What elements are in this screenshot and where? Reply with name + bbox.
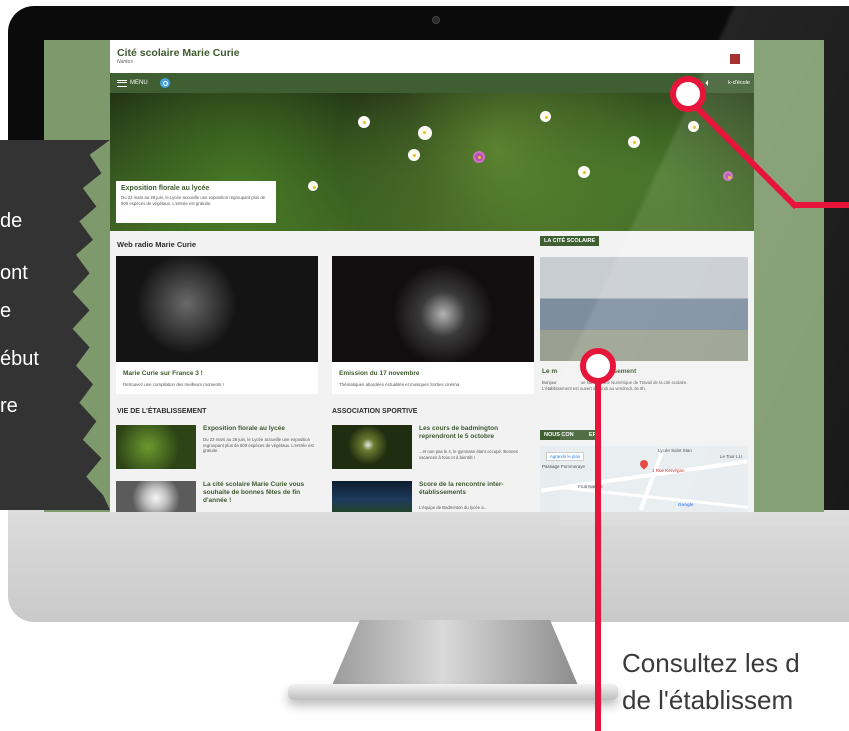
menu-label[interactable]: MENU [130, 80, 148, 86]
enlarge-map-button[interactable]: Agrandir le plan [546, 452, 585, 461]
hamburger-menu-icon[interactable] [117, 79, 127, 87]
vie-item-2-image[interactable] [116, 481, 196, 512]
sport-item-1-title[interactable]: Les cours de badmington reprendront le 5… [419, 425, 533, 441]
daisy-decoration [580, 168, 588, 176]
site-title[interactable]: Cité scolaire Marie Curie [117, 47, 748, 59]
site-header: Cité scolaire Marie Curie Nantes [110, 40, 754, 73]
vie-item-1-image[interactable] [116, 425, 196, 469]
monitor-stand-base [288, 684, 618, 700]
webradio-card-1[interactable]: Marie Curie sur France 3 ! Retrouvez une… [116, 256, 318, 394]
monitor-screen: Cité scolaire Marie Curie Nantes MENU k-… [44, 40, 824, 512]
sport-item-1-image[interactable] [332, 425, 412, 469]
promo-stage: Cité scolaire Marie Curie Nantes MENU k-… [0, 0, 849, 731]
school-building-image[interactable] [540, 257, 748, 361]
search-icon[interactable] [159, 78, 170, 88]
sport-item-2-text: L'équipe de Badminton du lycée a... [419, 505, 488, 510]
caption-line-2: de l'établissem [622, 685, 794, 715]
daisy-decoration [542, 113, 549, 120]
cite-text: Bonjour ue sur l'Espace Numérique de Tra… [542, 380, 717, 391]
hero-card-text: Du 22 mars au 28 juin, le Lycée accueill… [121, 195, 266, 206]
callout-marker [670, 76, 706, 112]
card-text: Thématiques abordées Actualités et musiq… [339, 382, 460, 387]
daisy-decoration [630, 138, 638, 146]
webradio-heading: Web radio Marie Curie [117, 240, 197, 249]
purple-flower-decoration [725, 173, 731, 179]
card-title: Marie Curie sur France 3 ! [123, 370, 203, 377]
hero-banner[interactable]: Exposition florale au lycée Du 22 mars a… [110, 93, 754, 231]
camera-image [116, 256, 318, 362]
sport-heading: ASSOCIATION SPORTIVE [332, 408, 418, 415]
nav-right-link[interactable]: k-d'école [708, 73, 754, 93]
hero-card[interactable]: Exposition florale au lycée Du 22 mars a… [116, 181, 276, 223]
callout-line [793, 202, 849, 208]
daisy-decoration [690, 123, 697, 130]
callout-marker [580, 348, 616, 384]
nav-right-label: k-d'école [728, 80, 750, 86]
google-logo: Google [678, 502, 694, 507]
hero-card-title: Exposition florale au lycée [121, 185, 210, 192]
site-subtitle: Nantes [117, 59, 133, 65]
monitor-chin [8, 510, 849, 622]
daisy-decoration [420, 128, 430, 138]
map-road [560, 486, 748, 509]
badge-text-line: ont [0, 262, 28, 284]
microphone-image [332, 256, 534, 362]
card-title: Emission du 17 novembre [339, 370, 420, 377]
map-address: 1 Rue Kervégan [652, 468, 685, 473]
header-square-icon[interactable] [730, 54, 740, 64]
webcam-icon [432, 16, 440, 24]
map-pin-icon[interactable] [638, 458, 650, 470]
cite-label: LA CITÉ SCOLAIRE [540, 236, 600, 246]
contact-label: NOUS CON ER [540, 430, 601, 440]
sport-item-1-text: ...et non pas le 4, le gymnase étant occ… [419, 449, 518, 460]
badge-text-line: de [0, 210, 23, 232]
vie-item-2-title[interactable]: La cité scolaire Marie Curie vous souhai… [203, 481, 325, 505]
vie-heading: VIE DE L'ÉTABLISSEMENT [117, 408, 207, 415]
website: Cité scolaire Marie Curie Nantes MENU k-… [110, 40, 754, 512]
vie-item-1-title[interactable]: Exposition florale au lycée [203, 425, 323, 433]
daisy-decoration [360, 118, 368, 126]
callout-line [595, 375, 601, 731]
daisy-decoration [310, 183, 316, 189]
purple-flower-decoration [475, 153, 483, 161]
contact-map[interactable]: Lycée Saint Stan Agrandir le plan Passag… [540, 446, 748, 512]
sport-item-2-title[interactable]: Score de la rencontre inter-établissemen… [419, 481, 533, 497]
badge-text-line: re [0, 395, 18, 417]
badge-text-line: ébut [0, 348, 39, 370]
navbar: MENU k-d'école [110, 73, 754, 93]
daisy-decoration [410, 151, 418, 159]
badge-text-line: e [0, 300, 12, 322]
caption-line-1: Consultez les d [622, 648, 800, 678]
card-text: Retrouvez une compilation des meilleurs … [123, 382, 224, 387]
map-label: Le Tour LU [720, 454, 742, 459]
map-road [638, 447, 666, 511]
map-label: Passage Pommeraye [542, 464, 586, 469]
map-label: Lycée Saint Stan [658, 448, 692, 453]
vie-item-1-text: Du 22 mars au 28 juin, le Lycée accueill… [203, 437, 314, 453]
webradio-card-2[interactable]: Emission du 17 novembre Thématiques abor… [332, 256, 534, 394]
sport-item-2-image[interactable] [332, 481, 412, 512]
monitor-stand [330, 620, 580, 690]
content-area: Web radio Marie Curie Marie Curie sur Fr… [110, 231, 754, 512]
